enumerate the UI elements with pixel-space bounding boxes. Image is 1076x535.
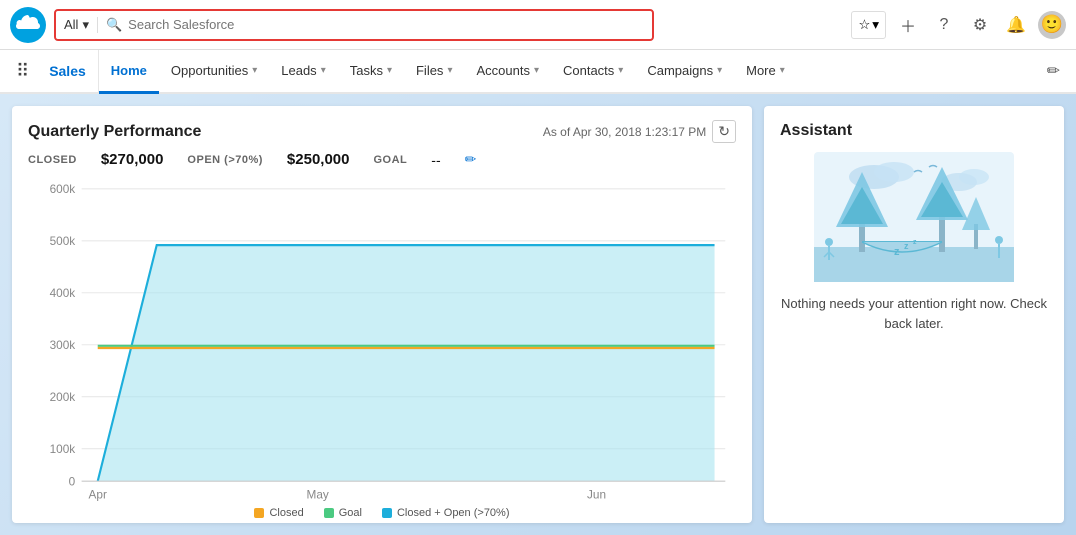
main-content: Quarterly Performance As of Apr 30, 2018… [0,94,1076,535]
chevron-down-icon: ▾ [618,65,623,76]
legend-goal-label: Goal [339,507,362,519]
chart-header: Quarterly Performance As of Apr 30, 2018… [28,120,736,143]
nav-item-files-label: Files [416,63,443,78]
chart-timestamp: As of Apr 30, 2018 1:23:17 PM ↻ [543,120,736,143]
nav-item-contacts-label: Contacts [563,63,614,78]
nav-item-files[interactable]: Files ▾ [404,50,464,94]
svg-text:600k: 600k [50,182,76,196]
svg-text:100k: 100k [50,442,76,456]
nav-item-campaigns-label: Campaigns [647,63,713,78]
assistant-panel: Assistant [764,106,1064,523]
open-label: OPEN (>70%) [187,154,263,166]
avatar[interactable]: 🙂 [1038,11,1066,39]
svg-text:0: 0 [69,474,76,488]
nav-item-home-label: Home [111,63,147,78]
chart-legend: Closed Goal Closed + Open (>70%) [28,507,736,519]
nav-item-more-label: More [746,63,776,78]
closed-label: CLOSED [28,154,77,166]
closed-value: $270,000 [101,151,164,168]
assistant-message: Nothing needs your attention right now. … [780,294,1048,333]
nav-item-campaigns[interactable]: Campaigns ▾ [635,50,734,94]
favorites-button[interactable]: ☆ ▾ [851,11,886,39]
svg-text:Apr: Apr [89,487,107,501]
svg-text:z: z [913,239,917,246]
app-launcher-button[interactable]: ⠿ [8,50,37,92]
legend-open-label: Closed + Open (>70%) [397,507,510,519]
closed-color-dot [254,508,264,518]
goal-color-dot [324,508,334,518]
chevron-down-icon: ▾ [447,65,452,76]
nav-item-opportunities[interactable]: Opportunities ▾ [159,50,269,94]
nav-item-home[interactable]: Home [99,50,159,94]
edit-goal-button[interactable]: ✏ [465,151,477,168]
timestamp-text: As of Apr 30, 2018 1:23:17 PM [543,125,706,139]
nav-item-contacts[interactable]: Contacts ▾ [551,50,635,94]
svg-text:200k: 200k [50,390,76,404]
help-button[interactable]: ? [930,11,958,39]
search-bar[interactable]: All ▾ 🔍 [54,9,654,41]
chart-svg: 600k 500k 400k 300k 200k 100k 0 Apr May … [28,178,736,503]
top-bar-actions: ☆ ▾ ＋ ? ⚙ 🔔 🙂 [851,11,1066,39]
legend-open: Closed + Open (>70%) [382,507,510,519]
salesforce-logo [10,7,46,43]
nav-item-accounts-label: Accounts [476,63,529,78]
add-button[interactable]: ＋ [894,11,922,39]
goal-value: -- [431,152,440,168]
search-input[interactable] [128,17,644,32]
chevron-down-icon: ▾ [780,65,785,76]
svg-text:May: May [307,487,329,501]
chart-area: 600k 500k 400k 300k 200k 100k 0 Apr May … [28,178,736,503]
open-value: $250,000 [287,151,350,168]
chevron-down-icon: ▾ [321,65,326,76]
legend-closed: Closed [254,507,303,519]
search-icon: 🔍 [106,17,122,33]
nav-item-more[interactable]: More ▾ [734,50,797,94]
refresh-button[interactable]: ↻ [712,120,736,143]
nav-item-opportunities-label: Opportunities [171,63,248,78]
chevron-down-icon: ▾ [252,65,257,76]
top-bar: All ▾ 🔍 ☆ ▾ ＋ ? ⚙ 🔔 🙂 [0,0,1076,50]
nav-item-tasks-label: Tasks [350,63,383,78]
chevron-down-icon: ▾ [717,65,722,76]
nav-item-accounts[interactable]: Accounts ▾ [464,50,551,94]
nav-item-leads[interactable]: Leads ▾ [269,50,337,94]
nav-edit-button[interactable]: ✏ [1039,50,1068,92]
nav-items: Home Opportunities ▾ Leads ▾ Tasks ▾ Fil… [99,50,797,92]
notifications-button[interactable]: 🔔 [1002,11,1030,39]
nav-bar: ⠿ Sales Home Opportunities ▾ Leads ▾ Tas… [0,50,1076,94]
app-name: Sales [37,50,99,92]
chart-stats: CLOSED $270,000 OPEN (>70%) $250,000 GOA… [28,151,736,168]
nav-item-leads-label: Leads [281,63,316,78]
legend-goal: Goal [324,507,362,519]
svg-text:z: z [894,246,900,258]
search-all-chevron: ▾ [82,17,89,33]
chevron-down-icon: ▾ [387,65,392,76]
search-all-button[interactable]: All ▾ [64,17,98,33]
goal-label: GOAL [374,154,408,166]
chart-panel: Quarterly Performance As of Apr 30, 2018… [12,106,752,523]
nav-item-tasks[interactable]: Tasks ▾ [338,50,404,94]
svg-text:Jun: Jun [587,487,606,501]
svg-text:z: z [904,241,909,251]
chart-title: Quarterly Performance [28,123,201,141]
svg-text:300k: 300k [50,338,76,352]
legend-closed-label: Closed [269,507,303,519]
chevron-down-icon: ▾ [534,65,539,76]
assistant-title: Assistant [780,122,852,140]
search-all-label: All [64,17,78,32]
assistant-illustration: z z z [814,152,1014,282]
open-color-dot [382,508,392,518]
svg-text:500k: 500k [50,234,76,248]
star-icon: ☆ [858,17,870,33]
settings-button[interactable]: ⚙ [966,11,994,39]
favorites-chevron-icon: ▾ [872,17,879,33]
svg-text:400k: 400k [50,286,76,300]
